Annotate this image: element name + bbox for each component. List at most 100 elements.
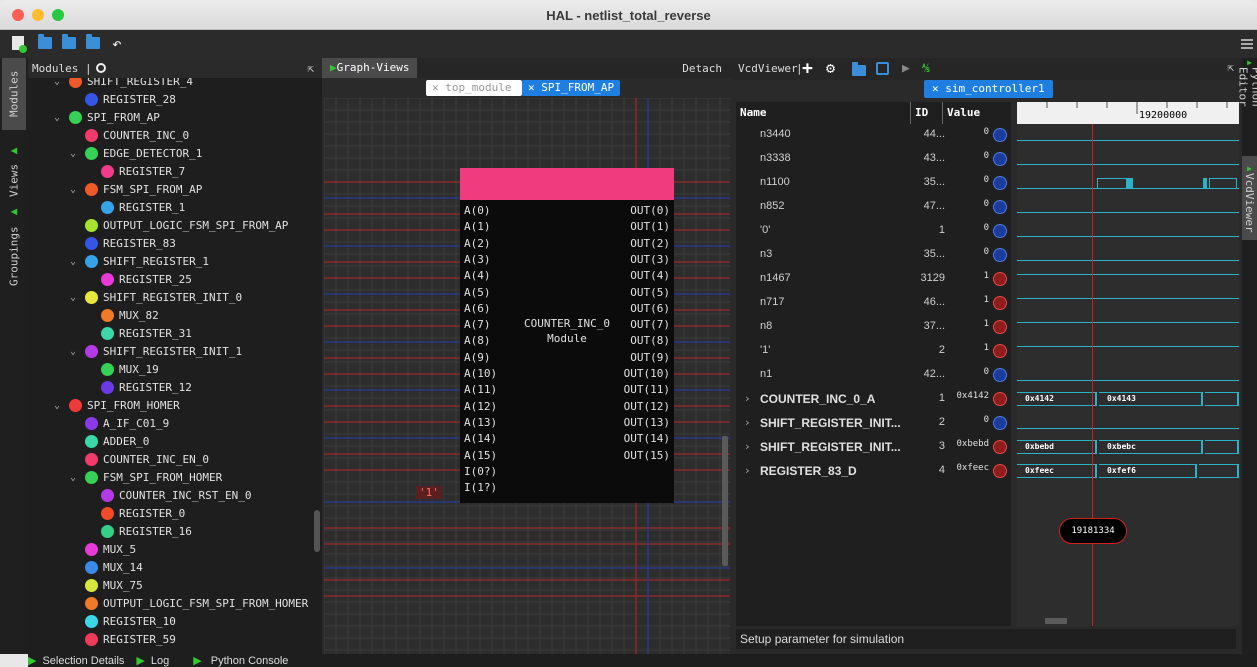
col-header-name[interactable]: Name: [740, 102, 767, 124]
signal-row[interactable]: '1' 2 1: [736, 340, 1011, 362]
detach-icon[interactable]: ⇱: [1227, 61, 1234, 74]
chevron-right-icon[interactable]: ›: [744, 440, 751, 453]
input-pin[interactable]: A(10): [464, 367, 497, 380]
waveform-area[interactable]: 19200000 0x4142 0x4143 0xbebd 0xbebc 0xfeec 0…: [1017, 102, 1239, 626]
output-pin[interactable]: OUT(3): [630, 253, 670, 266]
tree-item[interactable]: ⌄ FSM_SPI_FROM_HOMER: [70, 468, 222, 486]
play-icon[interactable]: ▶: [902, 61, 910, 76]
output-pin[interactable]: OUT(2): [630, 237, 670, 250]
tree-item[interactable]: MUX_14: [70, 558, 143, 576]
detach-button[interactable]: Detach: [682, 62, 722, 75]
tree-item[interactable]: ⌄ SHIFT_REGISTER_1: [70, 252, 209, 270]
signal-row[interactable]: n717 46... 1: [736, 292, 1011, 314]
tree-item[interactable]: REGISTER_83: [70, 234, 176, 252]
tab-selection-details[interactable]: ▶ Selection Details: [28, 654, 130, 667]
input-pin[interactable]: A(9): [464, 351, 491, 364]
tree-item[interactable]: ⌄ SHIFT_REGISTER_INIT_0: [70, 288, 242, 306]
new-file-icon[interactable]: [12, 36, 27, 53]
tab-modules[interactable]: Modules: [2, 58, 26, 130]
tree-item[interactable]: REGISTER_7: [86, 162, 185, 180]
input-pin[interactable]: A(6): [464, 302, 491, 315]
tab-groupings[interactable]: Groupings ▶: [2, 204, 26, 288]
output-pin[interactable]: OUT(15): [624, 449, 670, 462]
input-pin[interactable]: A(11): [464, 383, 497, 396]
chevron-right-icon[interactable]: ›: [744, 392, 751, 405]
open-folder-icon[interactable]: [38, 34, 52, 49]
tab-vcdviewer-right[interactable]: ▶ VcdViewer: [1242, 156, 1257, 240]
output-pin[interactable]: OUT(6): [630, 302, 670, 315]
tree-item[interactable]: MUX_5: [70, 540, 136, 558]
search-icon[interactable]: [95, 63, 106, 73]
input-pin[interactable]: A(5): [464, 286, 491, 299]
add-icon[interactable]: +: [802, 58, 813, 79]
tree-item[interactable]: OUTPUT_LOGIC_FSM_SPI_FROM_HOMER: [70, 594, 308, 612]
chevron-down-icon[interactable]: ⌄: [70, 472, 82, 483]
graph-vscrollbar[interactable]: [722, 436, 728, 566]
signal-row[interactable]: n1467 3129 1: [736, 268, 1011, 290]
tree-item[interactable]: MUX_19: [86, 360, 159, 378]
tree-item[interactable]: MUX_75: [70, 576, 143, 594]
signal-row[interactable]: › COUNTER_INC_0_A 1 0x4142: [736, 388, 1011, 410]
output-pin[interactable]: OUT(4): [630, 269, 670, 282]
tree-item[interactable]: REGISTER_12: [86, 378, 192, 396]
tree-scrollbar[interactable]: [314, 510, 320, 552]
input-pin[interactable]: A(3): [464, 253, 491, 266]
signal-row[interactable]: n852 47... 0: [736, 196, 1011, 218]
tree-item[interactable]: REGISTER_59: [70, 630, 176, 648]
chevron-down-icon[interactable]: ⌄: [70, 256, 82, 267]
tree-item[interactable]: REGISTER_1: [86, 198, 185, 216]
tab-python-editor[interactable]: ▶ Python Editor: [1237, 58, 1257, 150]
tree-item[interactable]: MUX_82: [86, 306, 159, 324]
signal-row[interactable]: n3440 44... 0: [736, 124, 1011, 146]
signal-row[interactable]: › SHIFT_REGISTER_INIT... 3 0xbebd: [736, 436, 1011, 458]
input-pin[interactable]: A(13): [464, 416, 497, 429]
chevron-down-icon[interactable]: ⌄: [70, 346, 82, 357]
signal-row[interactable]: › SHIFT_REGISTER_INIT... 2 0: [736, 412, 1011, 434]
signal-row[interactable]: n3338 43... 0: [736, 148, 1011, 170]
tree-item[interactable]: ⌄ FSM_SPI_FROM_AP: [70, 180, 202, 198]
tree-item[interactable]: ⌄ EDGE_DETECTOR_1: [70, 144, 202, 162]
gear-icon[interactable]: ⚙: [826, 59, 835, 77]
input-pin[interactable]: I(0?): [464, 465, 497, 478]
input-pin[interactable]: A(12): [464, 400, 497, 413]
tree-item[interactable]: ⌄ SPI_FROM_AP: [54, 108, 160, 126]
signal-row[interactable]: n1100 35... 0: [736, 172, 1011, 194]
tree-item[interactable]: A_IF_C01_9: [70, 414, 169, 432]
tree-item[interactable]: COUNTER_INC_0: [70, 126, 189, 144]
tree-item[interactable]: COUNTER_INC_RST_EN_0: [86, 486, 251, 504]
tab-python-console[interactable]: ▶ Python Console: [193, 654, 294, 667]
tab-spi-from-ap[interactable]: ✕ SPI_FROM_AP: [522, 80, 621, 96]
save-as-folder-icon[interactable]: [86, 34, 100, 49]
chevron-down-icon[interactable]: ⌄: [54, 112, 66, 123]
input-pin[interactable]: A(0): [464, 204, 491, 217]
tree-item[interactable]: REGISTER_16: [86, 522, 192, 540]
input-pin[interactable]: A(4): [464, 269, 491, 282]
output-pin[interactable]: OUT(9): [630, 351, 670, 364]
chevron-down-icon[interactable]: ⌄: [70, 148, 82, 159]
tab-views[interactable]: Views ▶: [2, 140, 26, 202]
chevron-right-icon[interactable]: ›: [744, 416, 751, 429]
chevron-down-icon[interactable]: ⌄: [54, 78, 66, 87]
tree-item[interactable]: ADDER_0: [70, 432, 149, 450]
tab-graph-views[interactable]: ▶Graph-Views: [322, 58, 418, 78]
tree-item[interactable]: REGISTER_31: [86, 324, 192, 342]
tree-item[interactable]: REGISTER_10: [70, 612, 176, 630]
folder-icon[interactable]: [852, 62, 866, 76]
menu-icon[interactable]: [1241, 39, 1253, 49]
graph-canvas[interactable]: A(0) A(1) A(2) A(3) A(4) A(5) A(6) A(7) A(8) A(9)…: [324, 98, 730, 654]
tree-item[interactable]: REGISTER_25: [86, 270, 192, 288]
module-node[interactable]: A(0) A(1) A(2) A(3) A(4) A(5) A(6) A(7) A(8) A(9)…: [460, 168, 674, 503]
output-pin[interactable]: OUT(10): [624, 367, 670, 380]
output-pin[interactable]: OUT(13): [624, 416, 670, 429]
input-pin[interactable]: A(2): [464, 237, 491, 250]
tab-top-module[interactable]: ✕ top_module: [426, 80, 522, 96]
signal-row[interactable]: n3 35... 0: [736, 244, 1011, 266]
output-pin[interactable]: OUT(12): [624, 400, 670, 413]
save-icon[interactable]: [876, 62, 889, 75]
output-pin[interactable]: OUT(0): [630, 204, 670, 217]
detach-icon[interactable]: ⇱: [307, 62, 314, 75]
time-cursor[interactable]: [1092, 124, 1093, 626]
tree-item[interactable]: OUTPUT_LOGIC_FSM_SPI_FROM_AP: [70, 216, 288, 234]
input-pin[interactable]: A(15): [464, 449, 497, 462]
signal-row[interactable]: n8 37... 1: [736, 316, 1011, 338]
